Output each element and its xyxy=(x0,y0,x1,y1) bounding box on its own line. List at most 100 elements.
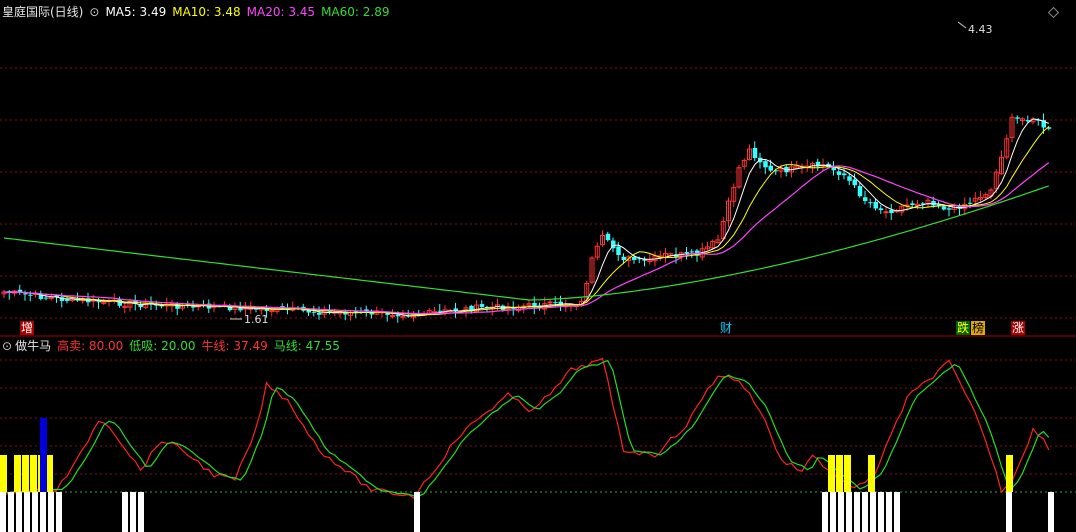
high-price-label: 4.43 xyxy=(968,23,993,36)
candle-body xyxy=(23,293,28,295)
candle-body xyxy=(873,202,878,209)
signal-bar-yellow xyxy=(844,455,851,492)
signal-bar-yellow xyxy=(828,455,835,492)
high-pointer-line xyxy=(957,21,967,29)
signal-bar-yellow xyxy=(46,455,53,492)
low-price-label: 1.61 xyxy=(244,313,269,326)
signal-bar-white xyxy=(1048,492,1054,532)
indicator-lines xyxy=(3,357,1050,499)
ma10-label: MA10: 3.48 xyxy=(172,5,241,19)
candle-body xyxy=(96,301,101,303)
candle-body xyxy=(616,246,621,255)
signal-bar-yellow xyxy=(14,455,21,492)
param-bull-line: 牛线: 37.49 xyxy=(201,339,268,353)
signal-bar-white xyxy=(138,492,144,532)
chart-title[interactable]: 皇庭国际(日线) xyxy=(2,5,83,19)
signal-bar-white xyxy=(56,492,62,532)
signal-bar-white xyxy=(854,492,860,532)
candle-body xyxy=(768,165,773,171)
ma10-line xyxy=(3,126,1050,316)
candle-body xyxy=(684,251,689,253)
event-tag-cai[interactable]: 财 xyxy=(719,321,733,335)
indicator-panel-header: ⊙ 做牛马 高卖: 80.00 低吸: 20.00 牛线: 37.49 马线: 47.55 xyxy=(2,339,346,353)
event-tag-zeng[interactable]: 增 xyxy=(20,321,35,335)
candle-body xyxy=(763,161,768,168)
candle-body xyxy=(868,202,873,204)
ma60-label: MA60: 2.89 xyxy=(321,5,390,19)
candle-body xyxy=(878,208,884,211)
event-tag-zhang[interactable]: 涨 xyxy=(1011,321,1026,335)
candle-body xyxy=(842,173,847,176)
candle-body xyxy=(48,296,54,299)
candlesticks[interactable] xyxy=(1,113,1052,323)
candle-body xyxy=(689,251,695,253)
param-buy-low: 低吸: 20.00 xyxy=(129,339,196,353)
diamond-icon[interactable] xyxy=(1047,6,1060,19)
param-sell-high: 高卖: 80.00 xyxy=(57,339,124,353)
signal-bar-white xyxy=(878,492,884,532)
candle-body xyxy=(863,197,868,201)
ma-settings-icon[interactable]: ⊙ xyxy=(89,5,99,19)
candle-body xyxy=(479,304,485,307)
event-tag-bang[interactable]: 榜 xyxy=(971,321,986,335)
signal-bar-white xyxy=(822,492,828,532)
signal-bar-white xyxy=(48,492,54,532)
candle-body xyxy=(238,308,243,311)
indicator-name[interactable]: 做牛马 xyxy=(15,339,51,353)
candle-body xyxy=(437,310,443,312)
signal-bar-yellow xyxy=(868,455,875,492)
signal-bar-yellow xyxy=(0,455,7,492)
candle-body xyxy=(390,315,395,318)
candle-body xyxy=(311,311,317,313)
candle-body xyxy=(883,211,889,214)
candle-body xyxy=(968,202,973,204)
ma5-line xyxy=(3,118,1049,317)
candle-body xyxy=(947,208,952,210)
ma20-line xyxy=(3,162,1050,315)
signal-bar-white xyxy=(0,492,6,532)
candle-body xyxy=(553,302,558,304)
grid-lines xyxy=(0,67,1076,493)
candle-body xyxy=(836,171,842,175)
candle-body xyxy=(191,306,196,308)
ma60-line xyxy=(3,185,1049,301)
candle-body xyxy=(547,301,553,304)
ma5-label: MA5: 3.49 xyxy=(105,5,167,19)
indicator-settings-icon[interactable]: ⊙ xyxy=(2,339,12,353)
signal-bar-white xyxy=(830,492,836,532)
chart-canvas[interactable]: 4.43 1.61 xyxy=(0,0,1076,532)
signal-bar-white xyxy=(40,492,46,532)
moving-averages xyxy=(3,118,1050,317)
candle-body xyxy=(852,179,857,186)
event-tag-die[interactable]: 跌 xyxy=(956,321,971,335)
candle-body xyxy=(605,233,611,241)
candle-body xyxy=(28,294,33,296)
signal-bar-yellow xyxy=(30,455,37,492)
ma20-label: MA20: 3.45 xyxy=(246,5,316,19)
signal-bar-white xyxy=(414,492,420,532)
signal-bar-white xyxy=(24,492,30,532)
candle-body xyxy=(941,206,947,210)
signal-bar-white xyxy=(8,492,14,532)
candle-body xyxy=(752,147,758,159)
main-panel-header: 皇庭国际(日线) ⊙ MA5: 3.49 MA10: 3.48 MA20: 3.45 MA… xyxy=(2,5,395,19)
signal-bar-white xyxy=(32,492,38,532)
candle-body xyxy=(889,209,894,214)
signal-bar-white xyxy=(130,492,136,532)
candle-body xyxy=(395,314,401,317)
signal-bar-white xyxy=(838,492,844,532)
candle-body xyxy=(910,203,915,205)
candle-body xyxy=(632,256,637,260)
candle-body xyxy=(857,186,863,197)
signal-bar-white xyxy=(870,492,876,532)
candle-body xyxy=(621,256,626,261)
candle-body xyxy=(400,315,406,318)
horse-line xyxy=(3,359,1050,497)
signal-bar-yellow xyxy=(22,455,29,492)
signal-bar-yellow xyxy=(836,455,843,492)
candle-body xyxy=(847,176,852,181)
bull-line xyxy=(3,357,1050,499)
candle-body xyxy=(317,312,322,315)
signal-bar-white xyxy=(886,492,892,532)
signal-bar-yellow xyxy=(1006,455,1013,492)
